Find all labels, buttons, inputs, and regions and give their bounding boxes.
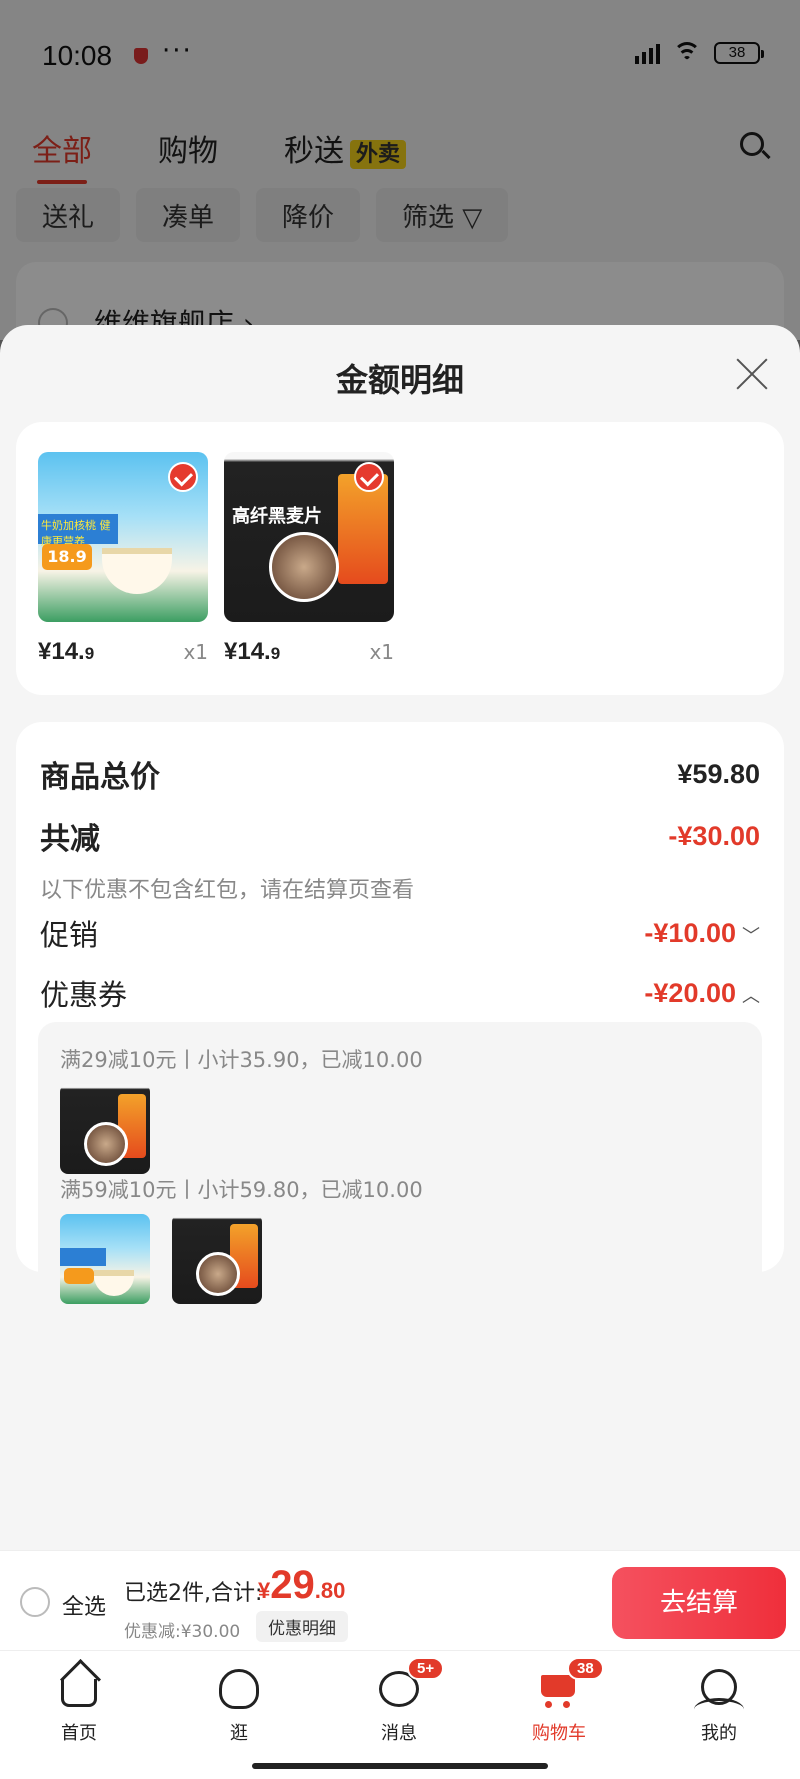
tab-messages[interactable]: 5+ 消息 xyxy=(344,1657,454,1745)
checkout-bar: 全选 已选2件,合计: ¥29.80 优惠减:¥30.00 优惠明细 去结算 xyxy=(0,1550,800,1650)
oat-cereal-thumbnail xyxy=(60,1214,150,1304)
reduction-label: 共减 xyxy=(40,822,100,857)
selected-check-icon[interactable] xyxy=(354,462,384,492)
home-indicator[interactable] xyxy=(252,1763,548,1769)
message-badge: 5+ xyxy=(407,1657,445,1680)
coupon-value: -¥20.00 ︿ xyxy=(644,977,760,1008)
product-item[interactable]: 牛奶加核桃 健康更营养 18.9 ¥14.9 x1 xyxy=(38,452,208,665)
bottom-tab-bar: 首页 逛 5+ 消息 38 购物车 我的 xyxy=(0,1650,800,1779)
close-icon[interactable] xyxy=(734,355,770,391)
total-amount: ¥29.80 xyxy=(258,1563,346,1607)
product-item[interactable]: 高纤黑麦片 ¥14.9 x1 xyxy=(224,452,394,665)
browse-icon xyxy=(219,1669,259,1709)
oat-cereal-image: 牛奶加核桃 健康更营养 18.9 xyxy=(38,452,208,622)
rye-cereal-thumbnail xyxy=(60,1084,150,1174)
promo-value: -¥10.00 ﹀ xyxy=(644,917,760,948)
profile-icon xyxy=(694,1669,744,1705)
total-price-row: 商品总价 ¥59.80 xyxy=(40,752,760,796)
product-image-text: 高纤黑麦片 xyxy=(232,506,322,527)
rye-cereal-image: 高纤黑麦片 xyxy=(224,452,394,622)
promo-row[interactable]: 促销 -¥10.00 ﹀ xyxy=(40,912,760,954)
cart-icon xyxy=(541,1675,575,1708)
coupon-rule-line: 满59减10元丨小计59.80，已减10.00 xyxy=(60,1178,423,1202)
product-price: ¥14.9 xyxy=(224,638,281,665)
promo-label: 促销 xyxy=(40,918,99,952)
tab-label: 购物车 xyxy=(532,1723,586,1744)
tab-profile[interactable]: 我的 xyxy=(664,1665,774,1745)
checkout-button[interactable]: 去结算 xyxy=(612,1567,786,1639)
amount-detail-card: 商品总价 ¥59.80 共减 -¥30.00 以下优惠不包含红包，请在结算页查看… xyxy=(16,722,784,1322)
tab-home[interactable]: 首页 xyxy=(24,1665,134,1745)
tab-label: 首页 xyxy=(61,1723,97,1744)
select-all-label[interactable]: 全选 xyxy=(62,1589,106,1621)
product-qty: x1 xyxy=(369,640,394,664)
total-price-label: 商品总价 xyxy=(40,760,160,795)
discount-text: 优惠减:¥30.00 xyxy=(124,1622,241,1642)
product-card: 牛奶加核桃 健康更营养 18.9 ¥14.9 x1 高纤黑麦片 ¥14.9 x1 xyxy=(16,422,784,695)
select-all-radio[interactable] xyxy=(20,1587,50,1617)
product-price: ¥14.9 xyxy=(38,638,95,665)
coupon-rule-line: 满29减10元丨小计35.90，已减10.00 xyxy=(60,1048,423,1072)
sheet-title: 金额明细 xyxy=(335,361,464,399)
tab-browse[interactable]: 逛 xyxy=(184,1665,294,1745)
tab-label: 逛 xyxy=(230,1723,248,1744)
tab-label: 消息 xyxy=(381,1723,417,1744)
coupon-row[interactable]: 优惠券 -¥20.00 ︿ xyxy=(40,972,760,1014)
tab-cart[interactable]: 38 购物车 xyxy=(504,1657,614,1745)
tab-label: 我的 xyxy=(701,1723,737,1744)
selected-check-icon[interactable] xyxy=(168,462,198,492)
product-image-price-tag: 18.9 xyxy=(42,544,92,570)
total-price-value: ¥59.80 xyxy=(677,758,760,789)
cart-badge: 38 xyxy=(567,1657,604,1680)
selected-count-text: 已选2件,合计: xyxy=(124,1581,263,1606)
chevron-down-icon: ﹀ xyxy=(742,925,760,946)
reduction-value: -¥30.00 xyxy=(668,820,760,851)
coupon-label: 优惠券 xyxy=(40,978,128,1012)
coupon-detail-box: 满29减10元丨小计35.90，已减10.00 满59减10元丨小计59.80，… xyxy=(38,1022,762,1322)
discount-note: 以下优惠不包含红包，请在结算页查看 xyxy=(40,878,415,903)
home-icon xyxy=(61,1679,97,1707)
rye-cereal-thumbnail xyxy=(172,1214,262,1304)
chevron-up-icon: ︿ xyxy=(742,985,760,1006)
reduction-row: 共减 -¥30.00 xyxy=(40,814,760,858)
product-qty: x1 xyxy=(183,640,208,664)
product-image-text: 牛奶加核桃 健康更营养 xyxy=(38,514,118,548)
discount-detail-button[interactable]: 优惠明细 xyxy=(256,1611,348,1642)
